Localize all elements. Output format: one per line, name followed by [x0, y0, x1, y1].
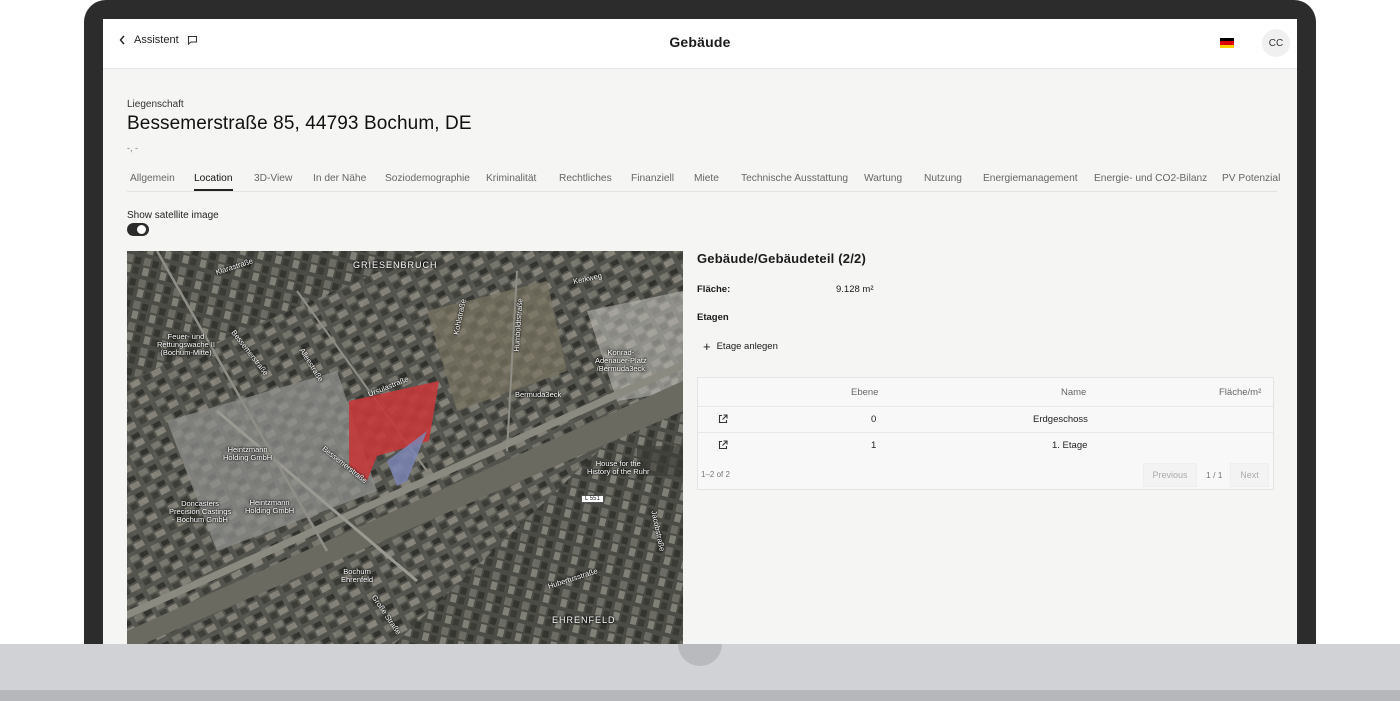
next-page-button[interactable]: Next [1230, 463, 1269, 487]
tab-kriminalitaet[interactable]: Kriminalität [486, 173, 536, 184]
map-label-ehrenfeld: EHRENFELD [552, 615, 616, 625]
map-road-sign: L 551 [581, 495, 604, 503]
floors-table: Ebene Name Fläche/m² 0 Erdgeschoss 1 1. … [697, 377, 1274, 490]
map-label-griesenbruch: GRIESENBRUCH [353, 260, 438, 270]
tab-allgemein[interactable]: Allgemein [130, 173, 175, 184]
tab-energie-co2-bilanz[interactable]: Energie- und CO2-Bilanz [1094, 173, 1207, 184]
floor-name: Erdgeschoss [1033, 414, 1088, 425]
column-header-area[interactable]: Fläche/m² [1219, 387, 1261, 398]
add-floor-label: Etage anlegen [716, 341, 778, 352]
property-subtitle: -, - [127, 143, 138, 153]
map-label-feuerwache: Feuer- und Rettungswache II (Bochum-Mitt… [157, 332, 215, 357]
tab-bar: Allgemein Location 3D-View In der Nähe S… [127, 169, 1280, 192]
map-label-heintzmann-2: Heintzmann Holding GmbH [245, 498, 295, 515]
property-address: Bessemerstraße 85, 44793 Bochum, DE [127, 113, 472, 134]
previous-page-button[interactable]: Previous [1143, 463, 1197, 487]
pagination-page: 1 / 1 [1206, 470, 1223, 480]
flag-stripe-gold [1220, 44, 1234, 48]
tab-finanziell[interactable]: Finanziell [631, 173, 674, 184]
tab-energiemanagement[interactable]: Energiemanagement [983, 173, 1078, 184]
area-value: 9.128 m² [836, 284, 874, 295]
tab-pv-potenzial[interactable]: PV Potenzial [1222, 173, 1280, 184]
area-label: Fläche: [697, 284, 731, 295]
satellite-imagery [127, 251, 683, 649]
open-external-icon[interactable] [718, 440, 728, 450]
open-external-icon[interactable] [718, 414, 728, 424]
top-bar: Assistent Gebäude CC [103, 19, 1297, 69]
tab-rechtliches[interactable]: Rechtliches [559, 173, 612, 184]
map-label-bermuda3eck: Bermuda3eck [515, 390, 562, 399]
map-label-konrad-adenauer-platz: Konrad- Adenauer-Platz /Bermuda3eck [595, 348, 647, 373]
laptop-base-edge [0, 690, 1400, 701]
satellite-toggle-label: Show satellite image [127, 210, 219, 221]
column-header-level[interactable]: Ebene [851, 387, 878, 398]
german-flag-icon[interactable] [1220, 38, 1234, 48]
map-label-doncasters: Doncasters Precision Castings - Bochum G… [169, 499, 232, 524]
table-row[interactable]: 0 Erdgeschoss [698, 406, 1273, 433]
pagination-range: 1–2 of 2 [701, 470, 730, 479]
satellite-map[interactable]: GRIESENBRUCH EHRENFELD Feuer- und Rettun… [127, 251, 683, 649]
page-title: Gebäude [669, 34, 731, 50]
map-label-bochum-ehrenfeld-station: Bochum Ehrenfeld [341, 567, 374, 584]
tab-technische-ausstattung[interactable]: Technische Ausstattung [741, 173, 848, 184]
user-avatar[interactable]: CC [1262, 29, 1290, 57]
tab-location[interactable]: Location [194, 173, 233, 184]
floor-level: 1 [871, 440, 877, 451]
tab-wartung[interactable]: Wartung [864, 173, 902, 184]
active-tab-indicator [194, 189, 233, 191]
property-type-label: Liegenschaft [127, 99, 184, 110]
toggle-knob [137, 225, 146, 234]
tab-nutzung[interactable]: Nutzung [924, 173, 962, 184]
building-panel-title: Gebäude/Gebäudeteil (2/2) [697, 251, 866, 266]
map-label-house-history-ruhr: House for the History of the Ruhr [587, 459, 650, 476]
plus-icon: + [703, 338, 711, 354]
floors-heading: Etagen [697, 312, 729, 323]
map-label-heintzmann-1: Heintzmann Holding GmbH [223, 445, 273, 462]
tab-in-der-naehe[interactable]: In der Nähe [313, 173, 366, 184]
app-screen: Assistent Gebäude CC Liegenschaft Bessem… [103, 19, 1297, 649]
table-row[interactable]: 1 1. Etage [698, 432, 1273, 459]
tab-3d-view[interactable]: 3D-View [254, 173, 292, 184]
satellite-toggle[interactable] [127, 223, 149, 236]
add-floor-button[interactable]: + Etage anlegen [703, 338, 778, 354]
column-header-name[interactable]: Name [1061, 387, 1086, 398]
tab-miete[interactable]: Miete [694, 173, 719, 184]
floor-name: 1. Etage [1052, 440, 1088, 451]
tab-soziodemographie[interactable]: Soziodemographie [385, 173, 470, 184]
floor-level: 0 [871, 414, 877, 425]
